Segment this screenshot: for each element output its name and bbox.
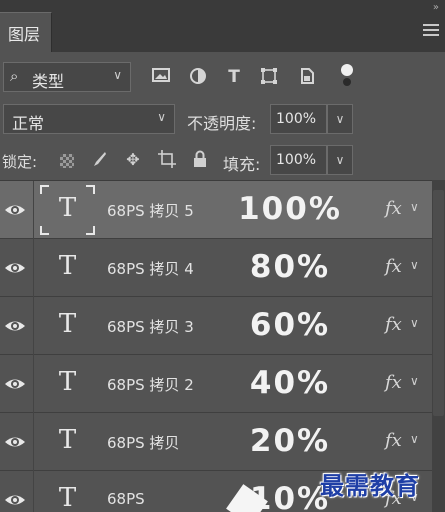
fx-icon[interactable]: fx	[385, 430, 402, 451]
image-filter-icon[interactable]	[151, 67, 171, 87]
smart-object-filter-icon[interactable]	[297, 67, 317, 87]
fx-icon[interactable]: fx	[385, 372, 402, 393]
type-layer-icon: T	[58, 483, 77, 512]
layer-thumbnail[interactable]: T	[40, 359, 95, 409]
effects-expand-icon[interactable]: ∨	[410, 316, 419, 330]
effects-expand-icon[interactable]: ∨	[410, 374, 419, 388]
layer-row[interactable]: T 68PS 拷贝 2 40% fx ∨	[0, 355, 432, 413]
opacity-value: 100%	[276, 111, 317, 127]
chevron-down-icon: ∨	[157, 110, 166, 124]
visibility-eye-icon[interactable]	[4, 432, 26, 452]
tab-layers[interactable]: 图层	[0, 12, 52, 52]
panel-menu-icon[interactable]	[423, 24, 439, 36]
layer-thumbnail[interactable]: T	[40, 417, 95, 467]
column-divider	[33, 413, 34, 471]
layer-row[interactable]: T 68PS 拷贝 4 80% fx ∨	[0, 239, 432, 297]
column-divider	[33, 471, 34, 512]
search-icon: ⌕	[10, 67, 19, 85]
layers-scrollbar[interactable]	[432, 180, 445, 512]
lock-position-icon[interactable]: ✥	[123, 150, 143, 170]
fx-icon[interactable]: fx	[385, 256, 402, 277]
type-filter-icon[interactable]: T	[224, 67, 244, 87]
layer-name[interactable]: 68PS 拷贝 3	[107, 316, 194, 337]
type-layer-icon: T	[58, 193, 77, 223]
panel-tab-strip: 图层 »	[0, 0, 445, 52]
type-layer-icon: T	[58, 309, 77, 339]
column-divider	[33, 239, 34, 297]
layer-name[interactable]: 68PS 拷贝 5	[107, 200, 194, 221]
layer-thumbnail[interactable]: T	[40, 301, 95, 351]
fill-value: 100%	[276, 152, 317, 168]
lock-image-pixels-icon[interactable]	[89, 150, 109, 170]
lock-artboard-icon[interactable]	[157, 150, 177, 170]
blend-mode-select[interactable]: 正常 ∨	[3, 104, 175, 134]
layers-list: T 68PS 拷贝 5 100% fx ∨ T 68PS 拷贝 4 80% fx ∨ T 68PS 拷…	[0, 180, 432, 512]
tab-layers-label: 图层	[8, 25, 41, 44]
watermark: 最需教育	[320, 471, 420, 500]
layer-content-text: 60%	[249, 307, 331, 343]
filter-kind-label: 类型	[32, 72, 65, 91]
blend-row: 正常 ∨ 不透明度: 100% ∨	[0, 104, 445, 136]
scrollbar-thumb[interactable]	[433, 190, 444, 416]
opacity-dropdown-button[interactable]: ∨	[327, 104, 353, 134]
column-divider	[33, 181, 34, 239]
lock-transparent-pixels-icon[interactable]	[60, 154, 74, 168]
layer-content-text: 80%	[249, 249, 331, 285]
layer-thumbnail[interactable]: T	[40, 185, 95, 235]
layer-row[interactable]: T 68PS 拷贝 3 60% fx ∨	[0, 297, 432, 355]
layer-row[interactable]: T 68PS 拷贝 20% fx ∨	[0, 413, 432, 471]
fill-label: 填充:	[223, 155, 261, 174]
layer-content-text: 20%	[249, 423, 331, 459]
visibility-eye-icon[interactable]	[4, 200, 26, 220]
filter-row: ⌕ 类型 ∨ T	[0, 60, 445, 94]
layer-content-text: 100%	[238, 191, 342, 227]
filter-toggle-icon[interactable]	[341, 64, 353, 88]
visibility-eye-icon[interactable]	[4, 490, 26, 510]
lock-row: 锁定: ✥ 填充: 100% ∨	[0, 145, 445, 177]
adjustment-filter-icon[interactable]	[188, 67, 208, 87]
layer-thumbnail[interactable]: T	[40, 243, 95, 293]
fill-dropdown-button[interactable]: ∨	[327, 145, 353, 175]
effects-expand-icon[interactable]: ∨	[410, 200, 419, 214]
visibility-eye-icon[interactable]	[4, 258, 26, 278]
collapse-panels-icon[interactable]: »	[433, 2, 439, 13]
layer-name[interactable]: 68PS	[107, 490, 145, 508]
type-layer-icon: T	[58, 251, 77, 281]
visibility-eye-icon[interactable]	[4, 316, 26, 336]
filter-kind-select[interactable]: ⌕ 类型 ∨	[3, 62, 131, 92]
layer-thumbnail[interactable]: T	[40, 475, 95, 512]
visibility-eye-icon[interactable]	[4, 374, 26, 394]
column-divider	[33, 355, 34, 413]
lock-all-icon[interactable]	[190, 150, 210, 170]
opacity-label: 不透明度:	[187, 114, 257, 133]
layer-name[interactable]: 68PS 拷贝 4	[107, 258, 194, 279]
opacity-input[interactable]: 100%	[270, 104, 327, 134]
fill-input[interactable]: 100%	[270, 145, 327, 175]
layer-name[interactable]: 68PS 拷贝	[107, 432, 179, 453]
blend-mode-value: 正常	[12, 114, 45, 133]
column-divider	[33, 297, 34, 355]
shape-filter-icon[interactable]	[259, 67, 279, 87]
type-layer-icon: T	[58, 425, 77, 455]
layer-row[interactable]: T 68PS 拷贝 5 100% fx ∨	[0, 181, 432, 239]
layer-name[interactable]: 68PS 拷贝 2	[107, 374, 194, 395]
effects-expand-icon[interactable]: ∨	[410, 258, 419, 272]
effects-expand-icon[interactable]: ∨	[410, 432, 419, 446]
lock-label: 锁定:	[2, 153, 38, 171]
type-layer-icon: T	[58, 367, 77, 397]
fx-icon[interactable]: fx	[385, 198, 402, 219]
fx-icon[interactable]: fx	[385, 314, 402, 335]
chevron-down-icon: ∨	[113, 68, 122, 82]
layer-content-text: 40%	[249, 365, 331, 401]
